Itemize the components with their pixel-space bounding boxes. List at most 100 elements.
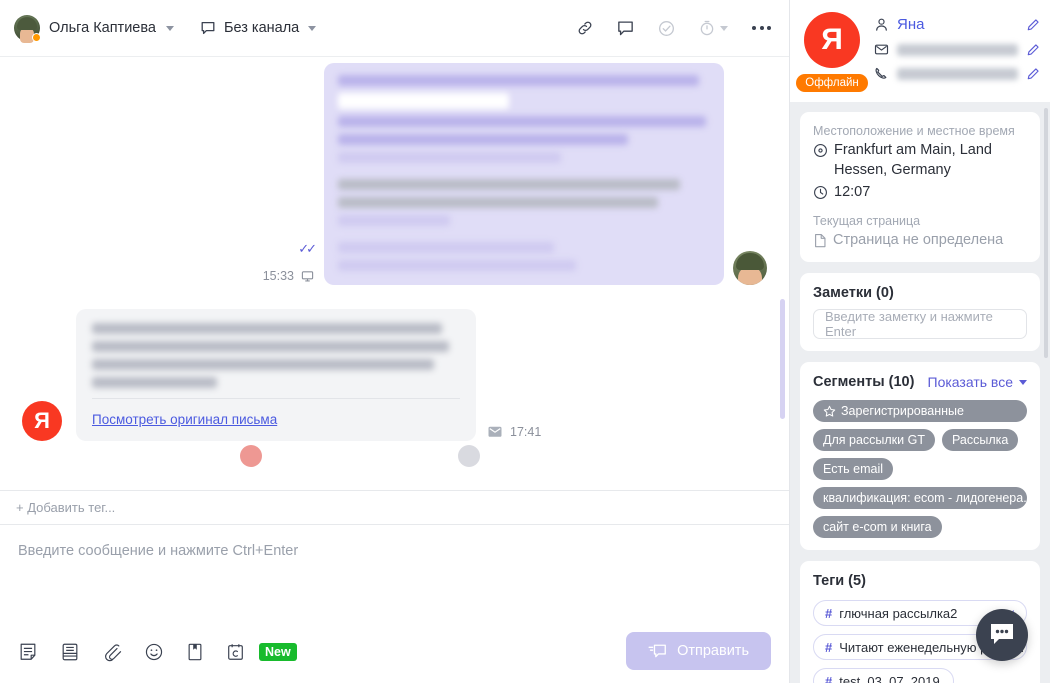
- segment-chip-label: сайт e-com и книга: [823, 520, 932, 535]
- chevron-down-icon: [1019, 379, 1027, 385]
- chat-header: Ольга Каптиева Без канала: [0, 0, 789, 57]
- header-actions: [576, 19, 773, 38]
- status-badge: Оффлайн: [796, 74, 868, 92]
- current-page-row: Страница не определена: [813, 231, 1027, 251]
- emoji-smiley-icon[interactable]: [144, 642, 164, 662]
- map-pin-icon: [813, 143, 828, 158]
- contact-phone-row: [874, 66, 1040, 81]
- agent-status-dot: [32, 33, 41, 42]
- star-icon: [823, 405, 836, 418]
- chat-bubble-icon: [991, 624, 1013, 644]
- edit-name-pencil-icon[interactable]: [1026, 18, 1040, 32]
- contact-avatar-block: Я Оффлайн: [796, 12, 868, 92]
- send-button-label: Отправить: [677, 643, 749, 659]
- contact-email-redacted: [897, 43, 1018, 56]
- segment-chip[interactable]: квалификация: ecom - лидогенера...: [813, 487, 1034, 510]
- outgoing-timestamp: 15:33: [262, 269, 294, 283]
- outgoing-message-bubble[interactable]: [324, 63, 724, 285]
- message-composer: Введите сообщение и нажмите Ctrl+Enter N…: [0, 525, 789, 683]
- composer-tools: New: [18, 642, 297, 662]
- contact-phone-redacted: [897, 67, 1018, 80]
- chat-column: Ольга Каптиева Без канала ✓✓ 15:33 Я Пос…: [0, 0, 790, 683]
- contact-avatar: Я: [804, 12, 860, 68]
- customer-avatar: [733, 251, 767, 285]
- tag-label: test_03_07_2019: [839, 673, 940, 683]
- segments-header: Сегменты (10) Показать все: [813, 374, 1027, 390]
- timer-icon[interactable]: [698, 19, 728, 37]
- segment-chip[interactable]: Для рассылки GT: [813, 429, 935, 452]
- contact-header: Я Оффлайн Яна: [790, 0, 1050, 102]
- outgoing-meta: ✓✓ 15:33: [262, 242, 317, 283]
- attachment-paperclip-icon[interactable]: [102, 642, 122, 662]
- contact-sidebar: Я Оффлайн Яна Местоположение и местное в…: [790, 0, 1050, 683]
- current-page-value: Страница не определена: [833, 231, 1004, 248]
- segment-chip-label: Зарегистрированные: [841, 404, 964, 419]
- location-value: Frankfurt am Main, Land Hessen, Germany: [834, 142, 992, 178]
- assigned-agent-selector[interactable]: Ольга Каптиева: [14, 15, 174, 42]
- conversation-tag-bar: + Добавить тег...: [0, 490, 789, 525]
- message-row-incoming: Я Посмотреть оригинал письма 17:41: [0, 309, 789, 441]
- check-circle-icon[interactable]: [657, 19, 676, 38]
- segment-chip-label: Есть email: [823, 462, 884, 477]
- message-scrollbar-thumb[interactable]: [780, 299, 785, 419]
- person-icon: [874, 17, 889, 32]
- chat-widget-button[interactable]: [976, 609, 1028, 661]
- view-original-email-link[interactable]: Посмотреть оригинал письма: [92, 412, 277, 427]
- bookmark-book-icon[interactable]: [186, 642, 204, 662]
- segment-chip[interactable]: Есть email: [813, 458, 894, 481]
- location-card: Местоположение и местное время Frankfurt…: [800, 112, 1040, 263]
- incoming-meta: 17:41: [488, 425, 541, 439]
- remove-tag-icon[interactable]: ×: [947, 673, 954, 683]
- app-root: Ольга Каптиева Без канала ✓✓ 15:33 Я Пос…: [0, 0, 1050, 683]
- segments-show-all-label: Показать все: [927, 374, 1013, 391]
- envelope-icon: [488, 426, 502, 438]
- edit-email-pencil-icon[interactable]: [1026, 43, 1040, 57]
- segment-chip[interactable]: Зарегистрированные: [813, 400, 1027, 423]
- notes-title: Заметки (0): [813, 285, 894, 302]
- composer-toolbar: New Отправить: [18, 621, 771, 683]
- add-tag-button[interactable]: + Добавить тег...: [16, 500, 115, 515]
- incoming-timestamp: 17:41: [510, 425, 542, 439]
- monitor-icon: [301, 270, 314, 283]
- segment-chip[interactable]: Рассылка: [941, 429, 1019, 452]
- chevron-down-icon: [165, 25, 174, 31]
- hash-icon: #: [825, 605, 833, 621]
- message-row-partial: [0, 445, 789, 467]
- segments-title: Сегменты (10): [813, 374, 915, 391]
- segment-chip[interactable]: сайт e-com и книга: [813, 516, 942, 539]
- contact-email-row: [874, 42, 1040, 57]
- send-bubble-icon: [648, 643, 667, 660]
- edit-phone-pencil-icon[interactable]: [1026, 67, 1040, 81]
- knowledge-base-icon[interactable]: [60, 642, 80, 662]
- brand-avatar: Я: [22, 401, 62, 441]
- incoming-message-bubble[interactable]: Посмотреть оригинал письма: [76, 309, 476, 441]
- location-value-row: Frankfurt am Main, Land Hessen, Germany: [813, 141, 1027, 180]
- chat-bubble-icon[interactable]: [616, 19, 635, 38]
- link-icon[interactable]: [576, 19, 594, 37]
- message-input[interactable]: Введите сообщение и нажмите Ctrl+Enter: [18, 543, 771, 621]
- envelope-icon: [874, 42, 889, 57]
- segment-chip-label: Рассылка: [951, 433, 1009, 448]
- contact-fields: Яна: [874, 12, 1040, 92]
- clock-icon: [813, 185, 828, 200]
- calendar-icon[interactable]: [226, 642, 245, 662]
- agent-name: Ольга Каптиева: [49, 20, 156, 36]
- channel-selector[interactable]: Без канала: [200, 20, 317, 36]
- sidebar-scroll-area[interactable]: Местоположение и местное время Frankfurt…: [790, 102, 1050, 683]
- local-time-value: 12:07: [834, 184, 871, 201]
- segment-chip-label: Для рассылки GT: [823, 433, 925, 448]
- sidebar-scrollbar-thumb[interactable]: [1044, 108, 1048, 358]
- phone-icon: [874, 66, 889, 81]
- tag-label: глючная рассылка2: [839, 605, 958, 621]
- send-button[interactable]: Отправить: [626, 632, 771, 670]
- current-page-label: Текущая страница: [813, 213, 921, 228]
- tag-pill[interactable]: # test_03_07_2019 ×: [813, 668, 955, 683]
- note-input[interactable]: Введите заметку и нажмите Enter: [813, 309, 1027, 340]
- hash-icon: #: [825, 639, 833, 655]
- hash-icon: #: [825, 673, 833, 683]
- more-options-button[interactable]: [750, 22, 773, 34]
- note-template-icon[interactable]: [18, 642, 38, 662]
- message-list[interactable]: ✓✓ 15:33 Я Посмотреть оригинал письма 17…: [0, 57, 789, 490]
- notes-card: Заметки (0) Введите заметку и нажмите En…: [800, 273, 1040, 352]
- segments-show-all-button[interactable]: Показать все: [928, 374, 1027, 390]
